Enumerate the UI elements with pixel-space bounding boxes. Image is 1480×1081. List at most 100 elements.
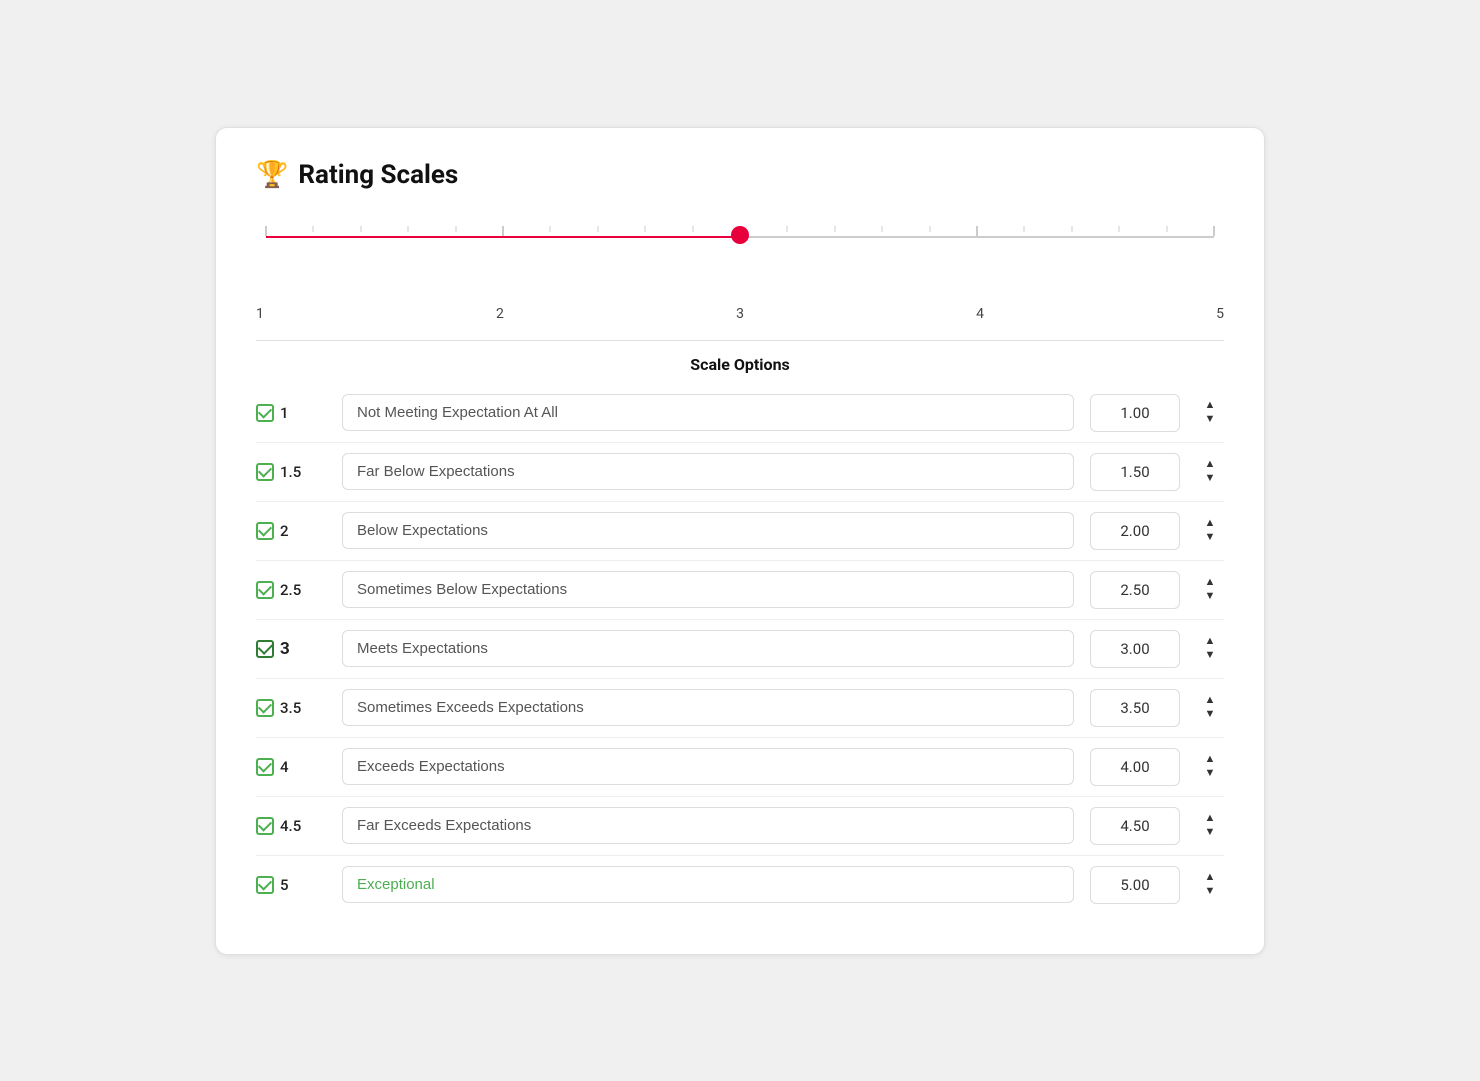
row-number: 5 — [256, 876, 326, 894]
row-label-input[interactable] — [342, 453, 1074, 490]
slider-label-3: 3 — [736, 306, 744, 322]
arrow-down-button[interactable]: ▼ — [1201, 649, 1220, 662]
arrow-up-button[interactable]: ▲ — [1201, 458, 1220, 471]
arrow-up-button[interactable]: ▲ — [1201, 517, 1220, 530]
row-number-label: 1.5 — [280, 463, 301, 481]
slider-label-1: 1 — [256, 306, 264, 322]
row-arrows: ▲▼ — [1196, 871, 1224, 898]
row-value: 1.00 — [1090, 394, 1180, 432]
arrow-up-button[interactable]: ▲ — [1201, 812, 1220, 825]
row-value: 1.50 — [1090, 453, 1180, 491]
row-label-input[interactable] — [342, 866, 1074, 903]
row-label-input[interactable] — [342, 689, 1074, 726]
arrow-down-button[interactable]: ▼ — [1201, 885, 1220, 898]
row-arrows: ▲▼ — [1196, 635, 1224, 662]
tick-minor — [787, 226, 788, 232]
arrow-up-button[interactable]: ▲ — [1201, 871, 1220, 884]
row-label-input[interactable] — [342, 630, 1074, 667]
row-number-label: 2.5 — [280, 581, 301, 599]
row-label-input[interactable] — [342, 748, 1074, 785]
tick-minor — [550, 226, 551, 232]
row-number-label: 5 — [280, 876, 289, 894]
row-arrows: ▲▼ — [1196, 517, 1224, 544]
checkbox-icon[interactable] — [256, 463, 274, 481]
slider-label-4: 4 — [976, 306, 984, 322]
rating-scales-card: 🏆 Rating Scales — [215, 127, 1265, 955]
row-arrows: ▲▼ — [1196, 753, 1224, 780]
row-number: 3 — [256, 639, 326, 659]
tick-minor — [455, 226, 456, 232]
scale-row: 33.00▲▼ — [256, 620, 1224, 679]
row-arrows: ▲▼ — [1196, 576, 1224, 603]
arrow-up-button[interactable]: ▲ — [1201, 635, 1220, 648]
row-number: 1 — [256, 404, 326, 422]
row-number: 2.5 — [256, 581, 326, 599]
row-number: 2 — [256, 522, 326, 540]
scale-options-header: Scale Options — [256, 341, 1224, 384]
arrow-down-button[interactable]: ▼ — [1201, 472, 1220, 485]
row-label-input[interactable] — [342, 571, 1074, 608]
arrow-down-button[interactable]: ▼ — [1201, 826, 1220, 839]
row-label-input[interactable] — [342, 512, 1074, 549]
scale-row: 2.5 2.50 ▲▼ — [256, 561, 1224, 620]
row-label-input[interactable] — [342, 394, 1074, 431]
arrow-up-button[interactable]: ▲ — [1201, 399, 1220, 412]
scale-row: 1 1.00 ▲▼ — [256, 384, 1224, 443]
arrow-down-button[interactable]: ▼ — [1201, 767, 1220, 780]
row-number: 3.5 — [256, 699, 326, 717]
tick-minor — [1024, 226, 1025, 232]
row-value: 2.50 — [1090, 571, 1180, 609]
arrow-down-button[interactable]: ▼ — [1201, 413, 1220, 426]
scale-row: 1.5 1.50 ▲▼ — [256, 443, 1224, 502]
arrow-down-button[interactable]: ▼ — [1201, 531, 1220, 544]
checkbox-icon[interactable] — [256, 522, 274, 540]
scale-rows-container: 11.00▲▼1.51.50▲▼22.00▲▼2.52.50▲▼33.00▲▼3… — [256, 384, 1224, 914]
tick-minor — [834, 226, 835, 232]
arrow-down-button[interactable]: ▼ — [1201, 590, 1220, 603]
arrow-up-button[interactable]: ▲ — [1201, 694, 1220, 707]
tick-minor — [313, 226, 314, 232]
row-number: 4 — [256, 758, 326, 776]
checkbox-icon[interactable] — [256, 758, 274, 776]
row-number: 1.5 — [256, 463, 326, 481]
checkbox-icon[interactable] — [256, 581, 274, 599]
slider-thumb[interactable] — [731, 226, 749, 244]
row-value: 2.00 — [1090, 512, 1180, 550]
row-number-label: 4 — [280, 758, 289, 776]
tick-minor — [597, 226, 598, 232]
arrow-up-button[interactable]: ▲ — [1201, 753, 1220, 766]
arrow-down-button[interactable]: ▼ — [1201, 708, 1220, 721]
row-arrows: ▲▼ — [1196, 694, 1224, 721]
row-arrows: ▲▼ — [1196, 399, 1224, 426]
checkbox-icon[interactable] — [256, 640, 274, 658]
scale-row: 55.00▲▼ — [256, 856, 1224, 914]
slider-container[interactable] — [266, 218, 1214, 268]
row-number-label: 2 — [280, 522, 289, 540]
tick-minor — [929, 226, 930, 232]
page-title: 🏆 Rating Scales — [256, 160, 1224, 190]
scale-row: 4.54.50▲▼ — [256, 797, 1224, 856]
tick-minor — [1071, 226, 1072, 232]
slider-label-2: 2 — [496, 306, 504, 322]
arrow-up-button[interactable]: ▲ — [1201, 576, 1220, 589]
scale-row: 4 4.00 ▲▼ — [256, 738, 1224, 797]
tick-minor — [645, 226, 646, 232]
row-value: 4.00 — [1090, 748, 1180, 786]
checkbox-icon[interactable] — [256, 404, 274, 422]
tick-1 — [266, 226, 267, 236]
row-label-input[interactable] — [342, 807, 1074, 844]
row-arrows: ▲▼ — [1196, 458, 1224, 485]
checkbox-icon[interactable] — [256, 699, 274, 717]
row-arrows: ▲▼ — [1196, 812, 1224, 839]
row-number-label: 1 — [280, 404, 289, 422]
checkbox-icon[interactable] — [256, 817, 274, 835]
row-number-label: 3 — [280, 639, 290, 659]
checkbox-icon[interactable] — [256, 876, 274, 894]
slider-label-5: 5 — [1216, 306, 1224, 322]
tick-minor — [1166, 226, 1167, 232]
scale-row: 3.5 3.50 ▲▼ — [256, 679, 1224, 738]
row-value: 3.50 — [1090, 689, 1180, 727]
tick-4 — [977, 226, 978, 236]
row-number-label: 4.5 — [280, 817, 301, 835]
tick-minor — [1119, 226, 1120, 232]
